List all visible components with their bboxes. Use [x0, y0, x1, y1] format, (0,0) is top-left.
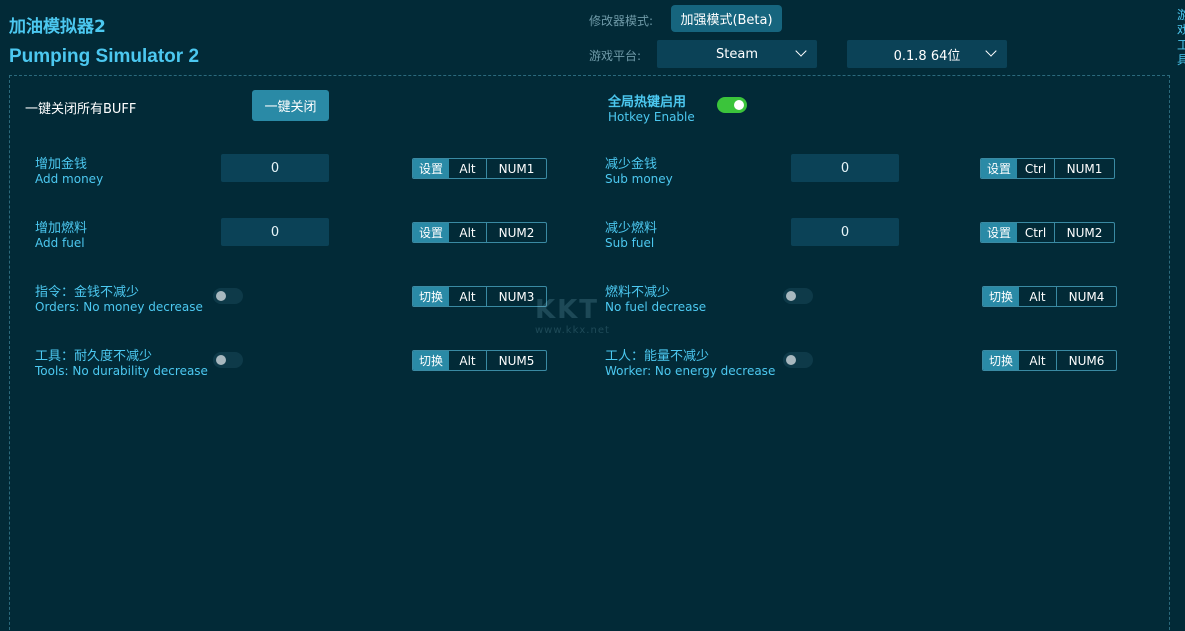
- option-label-cn: 工人：能量不减少: [605, 349, 710, 364]
- side-text: 游戏工具: [1177, 8, 1185, 67]
- hotkey-group: 设置 Alt NUM1: [412, 158, 547, 179]
- hotkey-key: NUM4: [1068, 289, 1105, 304]
- mode-button[interactable]: 加强模式(Beta): [671, 5, 782, 32]
- app-title-cn: 加油模拟器2: [9, 17, 106, 37]
- toggle-button[interactable]: 切换: [983, 351, 1019, 370]
- hotkey-group: 切换 Alt NUM5: [412, 350, 547, 371]
- sub-money-input[interactable]: 0: [791, 154, 899, 182]
- option-label-en: Orders: No money decrease: [35, 300, 203, 314]
- option-label-cn: 指令：金钱不减少: [35, 285, 140, 300]
- one-key-close-button[interactable]: 一键关闭: [252, 90, 329, 121]
- hotkey-enable-label-en: Hotkey Enable: [608, 110, 695, 124]
- no-durability-decrease-toggle[interactable]: [213, 352, 243, 368]
- hotkey-modifier: Alt: [1019, 351, 1057, 370]
- version-select[interactable]: 0.1.8 64位: [847, 40, 1007, 68]
- hotkey-key: NUM6: [1068, 353, 1105, 368]
- option-label-cn: 增加金钱: [35, 157, 88, 172]
- set-button[interactable]: 设置: [413, 159, 449, 178]
- one-key-label: 一键关闭所有BUFF: [25, 102, 137, 117]
- hotkey-modifier: Alt: [449, 287, 487, 306]
- option-label-cn: 减少金钱: [605, 157, 658, 172]
- toggle-knob: [786, 355, 796, 365]
- option-label-en: Sub money: [605, 172, 673, 186]
- toggle-button[interactable]: 切换: [413, 287, 449, 306]
- toggle-knob: [734, 100, 744, 110]
- hotkey-group: 设置 Ctrl NUM1: [980, 158, 1115, 179]
- option-label-cn: 工具：耐久度不减少: [35, 349, 153, 364]
- add-money-input[interactable]: 0: [221, 154, 329, 182]
- add-fuel-input[interactable]: 0: [221, 218, 329, 246]
- hotkey-modifier: Ctrl: [1017, 159, 1055, 178]
- hotkey-modifier: Alt: [1019, 287, 1057, 306]
- toggle-button[interactable]: 切换: [413, 351, 449, 370]
- hotkey-group: 设置 Ctrl NUM2: [980, 222, 1115, 243]
- hotkey-modifier: Ctrl: [1017, 223, 1055, 242]
- platform-select[interactable]: Steam: [657, 40, 817, 68]
- watermark-logo: KKT www.kkx.net: [535, 295, 635, 345]
- toggle-knob: [216, 355, 226, 365]
- option-label-en: Sub fuel: [605, 236, 655, 250]
- option-label-en: Worker: No energy decrease: [605, 364, 776, 378]
- hotkey-key: NUM1: [498, 161, 535, 176]
- version-select-value: 0.1.8 64位: [893, 48, 961, 64]
- hotkey-group: 切换 Alt NUM3: [412, 286, 547, 307]
- toggle-button[interactable]: 切换: [983, 287, 1019, 306]
- app-title-en: Pumping Simulator 2: [9, 46, 200, 67]
- platform-label: 游戏平台:: [589, 49, 642, 63]
- option-label-en: Add fuel: [35, 236, 85, 250]
- no-money-decrease-toggle[interactable]: [213, 288, 243, 304]
- set-button[interactable]: 设置: [981, 159, 1017, 178]
- no-energy-decrease-toggle[interactable]: [783, 352, 813, 368]
- toggle-knob: [216, 291, 226, 301]
- hotkey-key: NUM2: [498, 225, 535, 240]
- hotkey-modifier: Alt: [449, 223, 487, 242]
- option-label-cn: 增加燃料: [35, 221, 88, 236]
- option-label-en: Tools: No durability decrease: [35, 364, 208, 378]
- hotkey-modifier: Alt: [449, 159, 487, 178]
- watermark-text: KKT: [535, 295, 600, 325]
- mode-label: 修改器模式:: [589, 14, 654, 28]
- hotkey-key: NUM2: [1066, 225, 1103, 240]
- hotkey-enable-label-cn: 全局热键启用: [608, 95, 687, 110]
- hotkey-key: NUM5: [498, 353, 535, 368]
- hotkey-group: 切换 Alt NUM4: [982, 286, 1117, 307]
- set-button[interactable]: 设置: [413, 223, 449, 242]
- chevron-down-icon: [795, 45, 807, 57]
- hotkey-group: 切换 Alt NUM6: [982, 350, 1117, 371]
- option-label-cn: 减少燃料: [605, 221, 658, 236]
- sub-fuel-input[interactable]: 0: [791, 218, 899, 246]
- no-fuel-decrease-toggle[interactable]: [783, 288, 813, 304]
- hotkey-enable-toggle[interactable]: [717, 97, 747, 113]
- option-label-en: Add money: [35, 172, 104, 186]
- toggle-knob: [786, 291, 796, 301]
- hotkey-modifier: Alt: [449, 351, 487, 370]
- platform-select-value: Steam: [716, 46, 758, 62]
- hotkey-key: NUM1: [1066, 161, 1103, 176]
- chevron-down-icon: [985, 45, 997, 57]
- hotkey-group: 设置 Alt NUM2: [412, 222, 547, 243]
- set-button[interactable]: 设置: [981, 223, 1017, 242]
- watermark-url: www.kkx.net: [535, 325, 610, 336]
